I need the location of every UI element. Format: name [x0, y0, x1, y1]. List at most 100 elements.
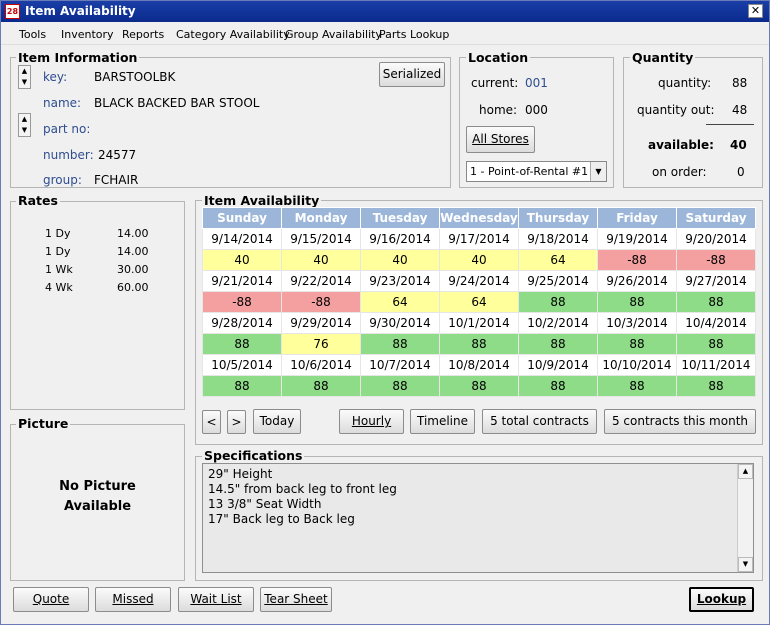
date-cell[interactable]: 9/24/2014 — [439, 270, 519, 292]
availability-cell[interactable]: 88 — [360, 333, 440, 355]
availability-cell[interactable]: 88 — [202, 333, 282, 355]
availability-cell[interactable]: 88 — [518, 291, 598, 313]
menu-parts-lookup[interactable]: Parts Lookup — [379, 28, 449, 41]
availability-cell[interactable]: 76 — [281, 333, 361, 355]
spec-line: 13 3/8" Seat Width — [208, 497, 322, 511]
date-cell[interactable]: 10/6/2014 — [281, 354, 361, 376]
date-cell[interactable]: 9/26/2014 — [597, 270, 677, 292]
date-cell[interactable]: 9/25/2014 — [518, 270, 598, 292]
availability-cell[interactable]: -88 — [597, 249, 677, 271]
date-cell[interactable]: 9/28/2014 — [202, 312, 282, 334]
date-cell[interactable]: 9/17/2014 — [439, 228, 519, 250]
all-stores-button[interactable]: All Stores — [466, 126, 535, 153]
date-cell[interactable]: 9/18/2014 — [518, 228, 598, 250]
date-cell[interactable]: 9/16/2014 — [360, 228, 440, 250]
availability-cell[interactable]: 88 — [281, 375, 361, 397]
availability-cell[interactable]: -88 — [202, 291, 282, 313]
current-label: current: — [471, 76, 519, 90]
store-select[interactable]: 1 - Point-of-Rental #1 ▼ — [466, 161, 607, 182]
month-contracts-button[interactable]: 5 contracts this month — [604, 409, 756, 434]
specifications-textarea[interactable]: 29" Height 14.5" from back leg to front … — [202, 463, 754, 573]
availability-cell[interactable]: 88 — [597, 375, 677, 397]
available-value: 40 — [730, 138, 747, 152]
availability-cell[interactable]: 64 — [518, 249, 598, 271]
availability-cell[interactable]: 64 — [360, 291, 440, 313]
menu-bar: Tools Inventory Reports Category Availab… — [1, 23, 769, 45]
availability-cell[interactable]: 40 — [439, 249, 519, 271]
availability-cell[interactable]: 40 — [202, 249, 282, 271]
part-label: part no: — [43, 122, 91, 136]
date-cell[interactable]: 9/27/2014 — [676, 270, 756, 292]
date-cell[interactable]: 9/19/2014 — [597, 228, 677, 250]
date-cell[interactable]: 10/9/2014 — [518, 354, 598, 376]
availability-cell[interactable]: 88 — [518, 333, 598, 355]
number-value: 24577 — [98, 148, 137, 162]
availability-cell[interactable]: 88 — [597, 333, 677, 355]
availability-cell[interactable]: 88 — [439, 375, 519, 397]
date-cell[interactable]: 9/21/2014 — [202, 270, 282, 292]
rate-amount: 14.00 — [117, 227, 149, 240]
menu-group-availability[interactable]: Group Availability — [285, 28, 382, 41]
date-cell[interactable]: 10/5/2014 — [202, 354, 282, 376]
menu-tools[interactable]: Tools — [19, 28, 46, 41]
date-cell[interactable]: 10/7/2014 — [360, 354, 440, 376]
day-header: Thursday — [518, 207, 598, 229]
date-cell[interactable]: 10/8/2014 — [439, 354, 519, 376]
availability-cell[interactable]: 40 — [360, 249, 440, 271]
date-cell[interactable]: 9/30/2014 — [360, 312, 440, 334]
vertical-scrollbar[interactable]: ▲ ▼ — [737, 464, 753, 572]
serialized-button[interactable]: Serialized — [379, 62, 445, 87]
date-cell[interactable]: 10/1/2014 — [439, 312, 519, 334]
availability-cell[interactable]: -88 — [676, 249, 756, 271]
current-value[interactable]: 001 — [525, 76, 548, 90]
chevron-down-icon[interactable]: ▼ — [590, 162, 606, 181]
total-contracts-button[interactable]: 5 total contracts — [482, 409, 597, 434]
prev-button[interactable]: < — [202, 410, 221, 434]
date-cell[interactable]: 10/10/2014 — [597, 354, 677, 376]
menu-reports[interactable]: Reports — [122, 28, 164, 41]
date-cell[interactable]: 9/29/2014 — [281, 312, 361, 334]
hourly-button[interactable]: Hourly — [339, 409, 404, 434]
quote-button[interactable]: Quote — [13, 587, 89, 612]
key-spinner[interactable]: ▲ ▼ — [18, 65, 31, 89]
availability-cell[interactable]: 88 — [676, 291, 756, 313]
date-cell[interactable]: 9/14/2014 — [202, 228, 282, 250]
availability-cell[interactable]: 88 — [597, 291, 677, 313]
next-button[interactable]: > — [227, 410, 246, 434]
date-cell[interactable]: 9/20/2014 — [676, 228, 756, 250]
today-button[interactable]: Today — [253, 409, 301, 434]
part-spinner[interactable]: ▲ ▼ — [18, 113, 31, 137]
rate-amount: 60.00 — [117, 281, 149, 294]
scroll-up-icon[interactable]: ▲ — [738, 464, 753, 479]
availability-cell[interactable]: -88 — [281, 291, 361, 313]
rate-amount: 30.00 — [117, 263, 149, 276]
date-cell[interactable]: 9/22/2014 — [281, 270, 361, 292]
key-value[interactable]: BARSTOOLBK — [94, 70, 175, 84]
close-icon[interactable]: ✕ — [748, 4, 763, 18]
date-cell[interactable]: 10/11/2014 — [676, 354, 756, 376]
date-cell[interactable]: 10/2/2014 — [518, 312, 598, 334]
date-cell[interactable]: 10/4/2014 — [676, 312, 756, 334]
spec-line: 17" Back leg to Back leg — [208, 512, 355, 526]
menu-inventory[interactable]: Inventory — [61, 28, 114, 41]
missed-button[interactable]: Missed — [95, 587, 171, 612]
date-cell[interactable]: 10/3/2014 — [597, 312, 677, 334]
tear-sheet-button[interactable]: Tear Sheet — [260, 587, 332, 612]
value-row: 88 88 88 88 88 88 88 — [202, 375, 756, 397]
availability-cell[interactable]: 88 — [202, 375, 282, 397]
date-cell[interactable]: 9/15/2014 — [281, 228, 361, 250]
availability-cell[interactable]: 88 — [518, 375, 598, 397]
timeline-button[interactable]: Timeline — [410, 409, 475, 434]
date-cell[interactable]: 9/23/2014 — [360, 270, 440, 292]
availability-cell[interactable]: 64 — [439, 291, 519, 313]
availability-cell[interactable]: 88 — [439, 333, 519, 355]
availability-cell[interactable]: 40 — [281, 249, 361, 271]
name-label: name: — [43, 96, 82, 110]
lookup-button[interactable]: Lookup — [689, 587, 754, 612]
scroll-down-icon[interactable]: ▼ — [738, 557, 753, 572]
wait-list-button[interactable]: Wait List — [178, 587, 254, 612]
availability-cell[interactable]: 88 — [676, 333, 756, 355]
availability-cell[interactable]: 88 — [676, 375, 756, 397]
availability-cell[interactable]: 88 — [360, 375, 440, 397]
menu-category-availability[interactable]: Category Availability — [176, 28, 290, 41]
